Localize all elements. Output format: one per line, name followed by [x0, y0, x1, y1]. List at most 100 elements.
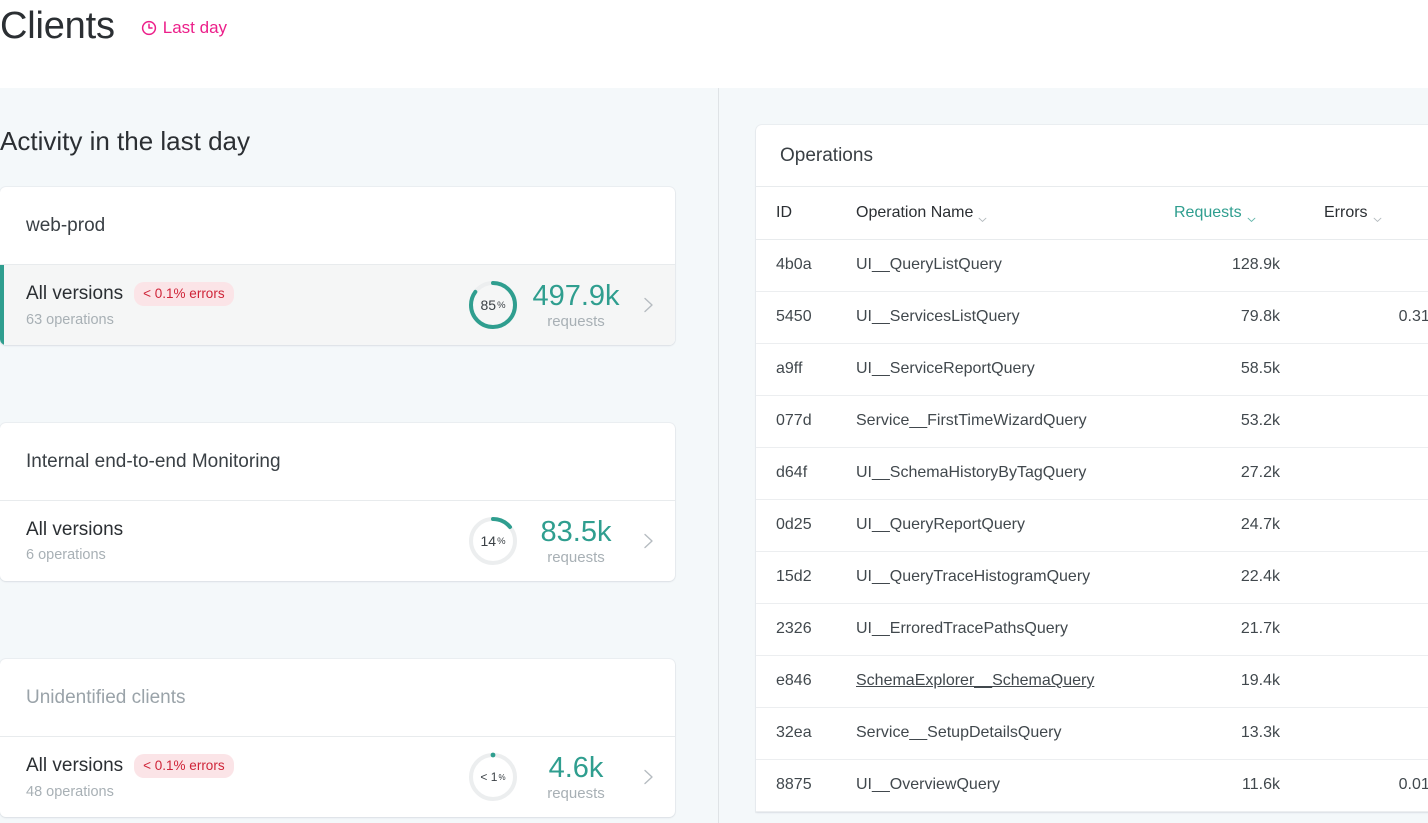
operations-count: 63 operations	[26, 312, 114, 329]
cell-errors	[1324, 447, 1428, 500]
cell-id: 5450	[756, 291, 856, 344]
cell-id: a9ff	[756, 343, 856, 396]
requests-share-donut-chart: 85%	[465, 277, 521, 333]
version-label: All versions	[26, 755, 124, 776]
client-version-row[interactable]: All versions 6 operations 14% 83.5k requests	[0, 501, 675, 581]
table-row[interactable]: 0d25 UI__QueryReportQuery 24.7k	[756, 499, 1428, 552]
operations-table-header-row: ID Operation Name Requests Errors	[756, 187, 1428, 240]
cell-operation-name: UI__QueryListQuery	[856, 239, 1174, 292]
cell-operation-name: UI__SchemaHistoryByTagQuery	[856, 447, 1174, 500]
table-row[interactable]: a9ff UI__ServiceReportQuery 58.5k	[756, 343, 1428, 396]
cell-operation-name: Service__SetupDetailsQuery	[856, 707, 1174, 760]
requests-metric: 497.9k requests	[530, 280, 622, 330]
operation-name-link[interactable]: SchemaExplorer__SchemaQuery	[856, 672, 1094, 689]
operations-panel: Operations ID Operation Name Requests Er…	[756, 125, 1428, 812]
operation-name-link[interactable]: UI__QueryReportQuery	[856, 516, 1025, 533]
timeframe-label: Last day	[162, 18, 228, 37]
column-header-operation-name[interactable]: Operation Name	[856, 187, 1174, 240]
operations-count: 6 operations	[26, 547, 106, 563]
client-card: web-prod All versions < 0.1% errors 63 oper…	[0, 187, 675, 345]
cell-operation-name: UI__QueryReportQuery	[856, 499, 1174, 552]
table-row[interactable]: 15d2 UI__QueryTraceHistogramQuery 22.4k	[756, 551, 1428, 604]
cell-requests: 21.7k	[1174, 603, 1324, 656]
cell-operation-name: SchemaExplorer__SchemaQuery	[856, 655, 1174, 708]
table-row[interactable]: 077d Service__FirstTimeWizardQuery 53.2k	[756, 395, 1428, 448]
version-info: All versions 6 operations	[26, 519, 465, 563]
version-label: All versions	[26, 283, 124, 304]
cell-requests: 19.4k	[1174, 655, 1324, 708]
operation-name-link[interactable]: UI__OverviewQuery	[856, 776, 1000, 793]
cell-requests: 58.5k	[1174, 343, 1324, 396]
cell-errors	[1324, 343, 1428, 396]
percent-symbol: %	[498, 772, 506, 782]
clock-icon	[141, 20, 157, 36]
column-header-id-label: ID	[776, 203, 792, 221]
cell-id: 077d	[756, 395, 856, 448]
cell-errors	[1324, 239, 1428, 292]
version-metrics: 14% 83.5k requests	[465, 513, 659, 569]
cell-id: 32ea	[756, 707, 856, 760]
donut-percent-label: 14%	[465, 513, 521, 569]
operation-name-link[interactable]: Service__FirstTimeWizardQuery	[856, 412, 1087, 429]
error-rate-badge: < 0.1% errors	[134, 281, 234, 307]
cell-requests: 11.6k	[1174, 759, 1324, 812]
operation-name-link[interactable]: UI__QueryTraceHistogramQuery	[856, 568, 1090, 585]
table-row[interactable]: 32ea Service__SetupDetailsQuery 13.3k	[756, 707, 1428, 760]
cell-errors	[1324, 655, 1428, 708]
error-rate-badge: < 0.1% errors	[134, 753, 234, 779]
column-header-errors-label: Errors	[1324, 203, 1368, 221]
version-metrics: 85% 497.9k requests	[465, 277, 659, 333]
table-row[interactable]: d64f UI__SchemaHistoryByTagQuery 27.2k	[756, 447, 1428, 500]
cell-errors: 0.31%	[1324, 291, 1428, 344]
chevron-right-icon[interactable]	[637, 766, 659, 788]
operation-name-link[interactable]: UI__SchemaHistoryByTagQuery	[856, 464, 1086, 481]
table-row[interactable]: 5450UI__ServicesListQuery 79.8k0.31%	[756, 291, 1428, 344]
requests-share-donut-chart: < 1%	[465, 749, 521, 805]
column-header-id: ID	[756, 187, 856, 240]
chevron-right-icon[interactable]	[637, 530, 659, 552]
cell-requests: 13.3k	[1174, 707, 1324, 760]
operation-name-link[interactable]: Service__SetupDetailsQuery	[856, 724, 1061, 741]
client-card-header: Unidentified clients	[0, 659, 675, 737]
cell-errors	[1324, 707, 1428, 760]
client-card: Unidentified clients All versions < 0.1% e…	[0, 659, 675, 817]
activity-column: Activity in the last day web-prod All ver…	[0, 88, 718, 823]
cell-requests: 24.7k	[1174, 499, 1324, 552]
operation-name-link[interactable]: UI__ServiceReportQuery	[856, 360, 1035, 377]
cell-operation-name: UI__ErroredTracePathsQuery	[856, 603, 1174, 656]
table-row[interactable]: 8875UI__OverviewQuery 11.6k0.01%	[756, 759, 1428, 812]
client-version-row[interactable]: All versions < 0.1% errors 63 operations 85…	[0, 265, 675, 345]
donut-percent-value: 14	[480, 533, 497, 549]
client-card: Internal end-to-end Monitoring All versio…	[0, 423, 675, 581]
cell-requests: 79.8k	[1174, 291, 1324, 344]
timeframe-selector[interactable]: Last day	[141, 18, 227, 38]
column-header-requests-label: Requests	[1174, 203, 1242, 221]
operation-name-link[interactable]: UI__ServicesListQuery	[856, 308, 1020, 325]
cell-id: 15d2	[756, 551, 856, 604]
percent-symbol: %	[497, 535, 506, 547]
page-title: Clients	[0, 5, 115, 47]
column-header-errors[interactable]: Errors	[1324, 187, 1428, 240]
requests-metric: 4.6k requests	[530, 751, 622, 802]
requests-caption: requests	[547, 312, 605, 330]
column-header-requests[interactable]: Requests	[1174, 187, 1324, 240]
activity-section-title: Activity in the last day	[0, 126, 250, 156]
cell-id: 8875	[756, 759, 856, 812]
operation-name-link[interactable]: UI__QueryListQuery	[856, 256, 1002, 273]
chevron-right-icon[interactable]	[637, 294, 659, 316]
requests-value: 4.6k	[548, 751, 604, 784]
table-row[interactable]: 4b0a UI__QueryListQuery 128.9k	[756, 239, 1428, 292]
table-row[interactable]: 2326 UI__ErroredTracePathsQuery 21.7k	[756, 603, 1428, 656]
chevron-down-icon	[978, 210, 987, 222]
client-card-header: Internal end-to-end Monitoring	[0, 423, 675, 501]
cell-requests: 128.9k	[1174, 239, 1324, 292]
cell-errors	[1324, 551, 1428, 604]
cell-errors	[1324, 395, 1428, 448]
cell-requests: 22.4k	[1174, 551, 1324, 604]
cell-operation-name: UI__QueryTraceHistogramQuery	[856, 551, 1174, 604]
operations-table: ID Operation Name Requests Errors 4b0a U…	[756, 187, 1428, 812]
operation-name-link[interactable]: UI__ErroredTracePathsQuery	[856, 620, 1068, 637]
table-row[interactable]: e846 SchemaExplorer__SchemaQuery 19.4k	[756, 655, 1428, 708]
chevron-down-icon	[1247, 210, 1256, 222]
client-version-row[interactable]: All versions < 0.1% errors 48 operations < …	[0, 737, 675, 817]
